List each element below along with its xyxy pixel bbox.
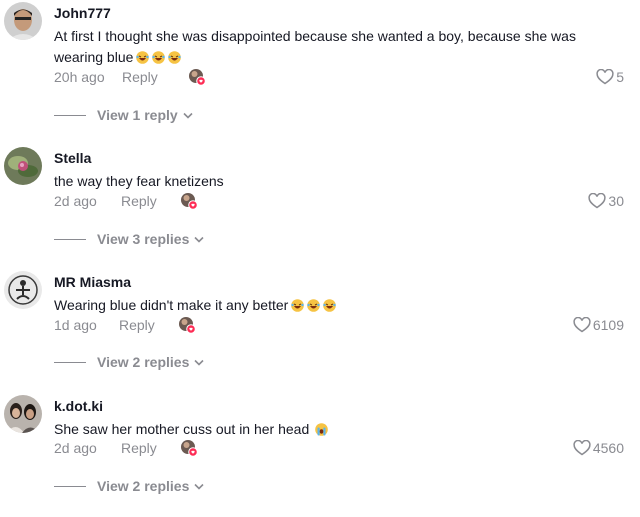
comment-meta: 2d ago Reply — [54, 440, 157, 456]
username[interactable]: Stella — [54, 150, 91, 166]
like-button[interactable]: 30 — [588, 193, 624, 209]
view-replies-label: View 3 replies — [97, 231, 190, 247]
comment-meta: 2d ago Reply — [54, 193, 157, 209]
laughing-emoji-icon — [152, 51, 166, 64]
creator-liked-icon — [180, 192, 198, 210]
reply-button[interactable]: Reply — [121, 440, 157, 456]
reply-button[interactable]: Reply — [119, 317, 155, 333]
like-count: 5 — [616, 69, 624, 85]
like-button[interactable]: 6109 — [573, 317, 624, 333]
view-replies-label: View 2 replies — [97, 354, 190, 370]
chevron-down-icon — [194, 236, 204, 243]
laughing-emoji-icon — [291, 299, 305, 312]
crying-emoji-icon — [315, 423, 329, 436]
view-replies-button[interactable]: View 3 replies — [54, 231, 204, 247]
view-replies-button[interactable]: View 2 replies — [54, 478, 204, 494]
laughing-emoji-icon — [136, 51, 150, 64]
like-count: 6109 — [592, 317, 624, 333]
view-replies-button[interactable]: View 2 replies — [54, 354, 204, 370]
heart-icon — [596, 69, 616, 85]
username[interactable]: John777 — [54, 5, 111, 21]
comment-text: the way they fear knetizens — [54, 171, 594, 192]
comment-meta: 20h ago Reply — [54, 69, 158, 85]
avatar[interactable] — [4, 2, 42, 40]
timestamp: 2d ago — [54, 193, 97, 209]
chevron-down-icon — [194, 483, 204, 490]
heart-icon — [588, 193, 608, 209]
avatar[interactable] — [4, 147, 42, 185]
view-replies-label: View 1 reply — [97, 107, 178, 123]
comment-text: At first I thought she was disappointed … — [54, 26, 594, 68]
avatar[interactable] — [4, 271, 42, 309]
comment-text: Wearing blue didn't make it any better — [54, 295, 594, 316]
reply-button[interactable]: Reply — [121, 193, 157, 209]
heart-icon — [573, 440, 593, 456]
username[interactable]: MR Miasma — [54, 274, 131, 290]
username[interactable]: k.dot.ki — [54, 398, 103, 414]
view-replies-label: View 2 replies — [97, 478, 190, 494]
comment-body: Wearing blue didn't make it any better — [54, 297, 289, 313]
divider-line — [54, 238, 86, 240]
comment-body: At first I thought she was disappointed … — [54, 28, 576, 65]
comment-body: the way they fear knetizens — [54, 173, 224, 189]
laughing-emoji-icon — [307, 299, 321, 312]
like-button[interactable]: 4560 — [573, 440, 624, 456]
chevron-down-icon — [194, 359, 204, 366]
divider-line — [54, 114, 86, 116]
creator-liked-icon — [178, 316, 196, 334]
view-replies-button[interactable]: View 1 reply — [54, 107, 193, 123]
heart-icon — [573, 317, 593, 333]
comment-body: She saw her mother cuss out in her head — [54, 421, 310, 437]
like-count: 4560 — [592, 440, 624, 456]
reply-button[interactable]: Reply — [122, 69, 158, 85]
divider-line — [54, 485, 86, 487]
laughing-emoji-icon — [323, 299, 337, 312]
timestamp: 1d ago — [54, 317, 97, 333]
creator-liked-icon — [180, 439, 198, 457]
creator-liked-icon — [188, 68, 206, 86]
like-count: 30 — [608, 193, 624, 209]
chevron-down-icon — [183, 112, 193, 119]
comment-item: k.dot.ki She saw her mother cuss out in … — [0, 393, 640, 517]
like-button[interactable]: 5 — [596, 69, 624, 85]
timestamp: 2d ago — [54, 440, 97, 456]
divider-line — [54, 361, 86, 363]
comment-item: MR Miasma Wearing blue didn't make it an… — [0, 269, 640, 393]
laughing-emoji-icon — [168, 51, 182, 64]
comment-text: She saw her mother cuss out in her head — [54, 419, 594, 440]
comment-meta: 1d ago Reply — [54, 317, 155, 333]
timestamp: 20h ago — [54, 69, 105, 85]
comment-item: Stella the way they fear knetizens 2d ag… — [0, 145, 640, 269]
comment-item: John777 At first I thought she was disap… — [0, 0, 640, 124]
avatar[interactable] — [4, 395, 42, 433]
